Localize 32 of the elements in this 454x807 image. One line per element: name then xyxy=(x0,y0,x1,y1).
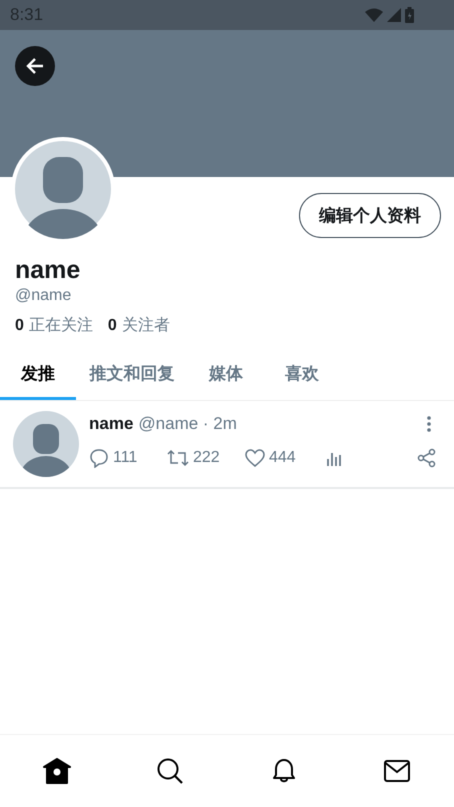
back-button[interactable] xyxy=(15,46,55,86)
followers-count: 0 xyxy=(108,317,117,335)
bell-icon[interactable] xyxy=(270,758,297,784)
profile-tab[interactable]: 媒体 xyxy=(188,354,264,400)
back-arrow-icon xyxy=(25,56,45,76)
retweet-icon[interactable] xyxy=(167,449,189,467)
reply-count: 111 xyxy=(113,449,138,467)
share-icon[interactable] xyxy=(417,448,437,468)
followers-label[interactable]: 关注者 xyxy=(122,315,170,336)
like-count: 444 xyxy=(269,449,296,467)
retweet-count: 222 xyxy=(193,449,220,467)
home-icon[interactable] xyxy=(42,758,71,784)
tweet-meta: @name · 2m xyxy=(138,414,238,434)
avatar-icon xyxy=(13,411,79,477)
edit-profile-button[interactable]: 编辑个人资料 xyxy=(299,193,441,238)
wifi-icon xyxy=(365,8,383,22)
tweet-author-name: name xyxy=(89,414,134,434)
profile-tab[interactable]: 推文和回复 xyxy=(76,354,188,400)
analytics-icon[interactable] xyxy=(326,450,342,466)
following-label[interactable]: 正在关注 xyxy=(28,315,93,336)
profile-name: name xyxy=(15,255,82,285)
signal-icon xyxy=(387,8,401,22)
mail-icon[interactable] xyxy=(384,760,410,782)
search-icon[interactable] xyxy=(157,758,184,784)
heart-icon[interactable] xyxy=(245,449,265,467)
more-options-icon[interactable] xyxy=(427,416,431,432)
reply-icon[interactable] xyxy=(89,448,109,468)
battery-icon xyxy=(405,7,414,23)
profile-tab[interactable]: 发推 xyxy=(0,354,76,400)
following-count: 0 xyxy=(15,317,24,335)
profile-handle: @name xyxy=(15,287,72,305)
profile-tab[interactable]: 喜欢 xyxy=(264,354,340,400)
